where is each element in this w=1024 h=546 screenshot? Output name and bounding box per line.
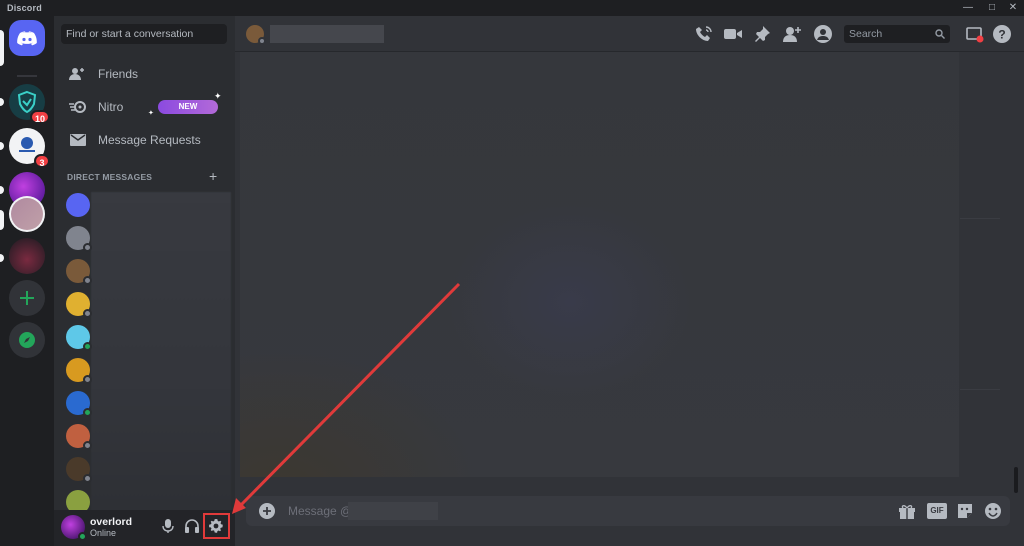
annotation-arrow xyxy=(232,282,461,514)
